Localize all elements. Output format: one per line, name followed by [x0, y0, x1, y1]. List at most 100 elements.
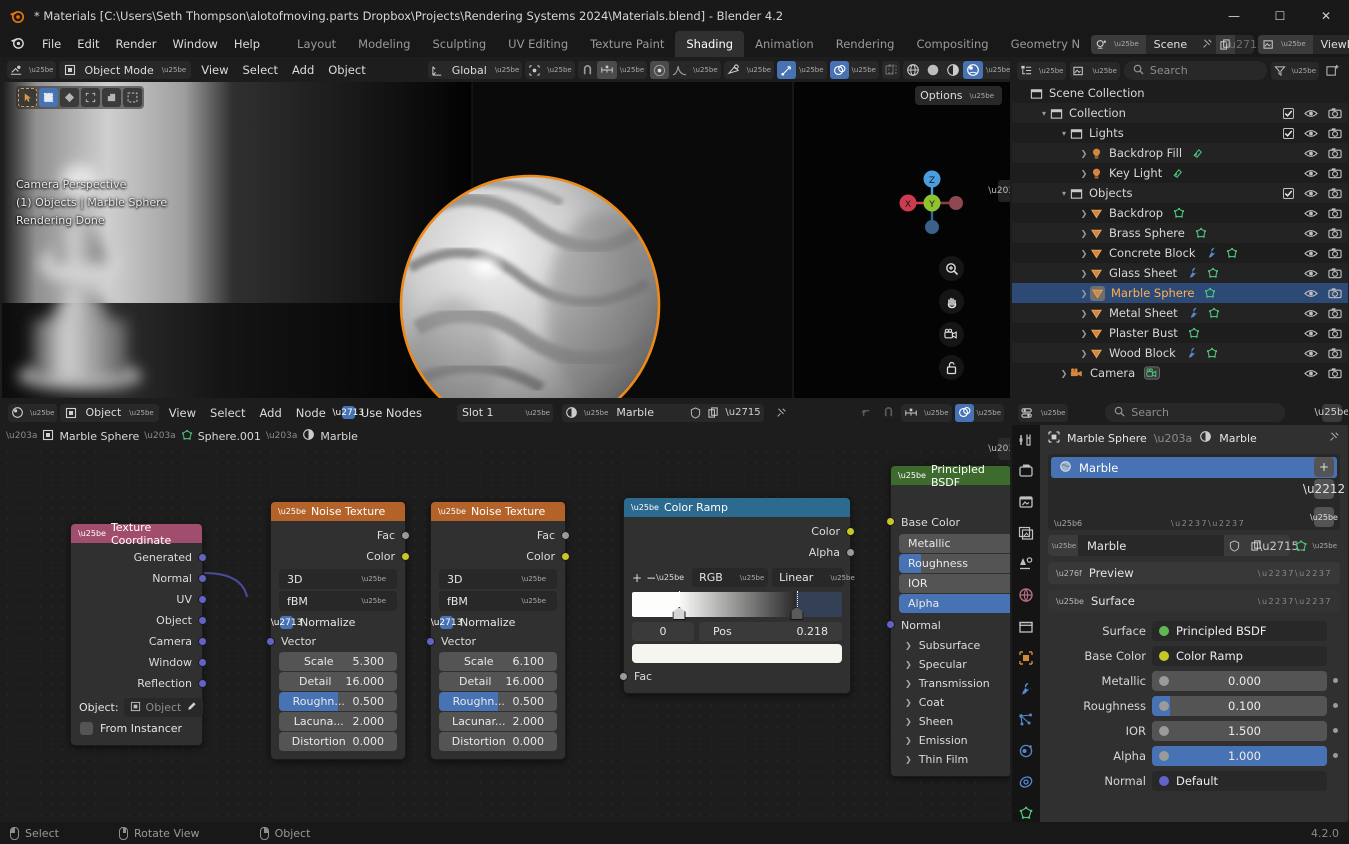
workspace-tab-rendering[interactable]: Rendering [825, 31, 906, 57]
menu-edit[interactable]: Edit [69, 34, 107, 54]
solid-shading-icon[interactable] [923, 61, 943, 79]
select-lasso-tool-icon[interactable] [81, 88, 100, 107]
outliner-row-scene-collection[interactable]: Scene Collection [1012, 83, 1348, 103]
breadcrumb-mesh-name[interactable]: Sphere.001 [198, 430, 261, 443]
pivot-point-selector[interactable]: \u25be [525, 61, 575, 79]
chevron-right-icon[interactable]: ❯ [1078, 349, 1090, 358]
socket-color-out[interactable] [561, 552, 570, 561]
bsdf-section-sheen[interactable]: ❯ Sheen [891, 712, 1010, 731]
surface-collapse-chevron-down-icon[interactable]: \u25be [1056, 597, 1084, 606]
bsdf-section-coat[interactable]: ❯ Coat [891, 693, 1010, 712]
node-principled-bsdf[interactable]: \u25be Principled BSDF Base Color Metalli… [886, 463, 1010, 777]
mesh-data-icon[interactable] [1187, 326, 1201, 340]
blender-menu-icon[interactable] [10, 35, 25, 53]
hide-in-viewport-eye-icon[interactable] [1304, 248, 1318, 259]
mesh-data-icon[interactable] [1194, 226, 1208, 240]
outliner-row-collection[interactable]: ▾ Collection [1012, 103, 1348, 123]
section-expand-chevron-right-icon[interactable]: ❯ [905, 698, 912, 707]
ramp-index-field[interactable]: 0 [632, 622, 694, 641]
outliner-row-brass-sphere[interactable]: ❯ Brass Sphere [1012, 223, 1348, 243]
unlink-material-close-icon[interactable]: \u2715 [1258, 535, 1299, 556]
pivot-point-icon[interactable] [525, 61, 544, 79]
display-mode-chevron-down-icon[interactable]: \u25be [1089, 67, 1119, 75]
modifier-icon[interactable] [1186, 266, 1200, 280]
ramp-selected-color-swatch[interactable] [632, 644, 842, 663]
node-color-ramp[interactable]: \u25be Color Ramp Color Alpha + − \u25be… [619, 497, 855, 694]
shader-node-editor[interactable]: \u25be Object \u25be View Select Add Node \… [2, 400, 1010, 822]
socket-reflection-out[interactable] [198, 679, 207, 688]
disable-in-render-camera-icon[interactable] [1328, 227, 1342, 239]
output-fac[interactable]: Fac [431, 525, 570, 546]
slot-chevron-down-icon[interactable]: \u25be [523, 409, 553, 417]
output-window[interactable]: Window [71, 652, 207, 673]
modifier-icon[interactable] [1187, 306, 1201, 320]
slot-selector[interactable]: Slot 1 \u25be [456, 403, 553, 422]
outliner-row-backdrop[interactable]: ❯ Backdrop [1012, 203, 1348, 223]
section-expand-chevron-right-icon[interactable]: ❯ [905, 736, 912, 745]
gizmo-group[interactable]: \u25be [777, 61, 827, 79]
viewport-menu-view[interactable]: View [194, 61, 235, 79]
breadcrumb-material-name[interactable]: Marble [320, 430, 358, 443]
falloff-curve-icon[interactable] [669, 61, 690, 79]
camera-view-icon[interactable] [939, 322, 964, 347]
material-datablock-field[interactable]: \u25be Marble \u2715 [1048, 535, 1299, 556]
hide-in-viewport-eye-icon[interactable] [1304, 268, 1318, 279]
tab-view-layer[interactable] [1015, 524, 1037, 542]
node-overlay-chevron-down-icon[interactable]: \u25be [974, 409, 1004, 417]
node-sidebar-toggle[interactable]: \u2039 [988, 438, 1010, 460]
breadcrumb-object-name[interactable]: Marble Sphere [59, 430, 139, 443]
viewport-options-button[interactable]: Options \u25be [915, 86, 1002, 105]
material-datablock-selector[interactable]: \u25be Marble \u2715 [561, 403, 764, 422]
outliner-row-key-light[interactable]: ❯ Key Light [1012, 163, 1348, 183]
ortho-perspective-lock-icon[interactable] [939, 355, 964, 380]
tab-modifiers[interactable] [1015, 680, 1037, 698]
outliner-tree[interactable]: Scene Collection ▾ Collection ▾ Lights ❯ Backd… [1012, 83, 1348, 383]
outliner-row-concrete-block[interactable]: ❯ Concrete Block [1012, 243, 1348, 263]
socket-object-out[interactable] [198, 616, 207, 625]
list-expand-arrow-icon[interactable]: \u25b6 [1054, 519, 1082, 528]
section-expand-chevron-right-icon[interactable]: ❯ [905, 717, 912, 726]
socket-uv-out[interactable] [198, 595, 207, 604]
properties-breadcrumb-object[interactable]: Marble Sphere [1067, 432, 1147, 445]
disable-in-render-camera-icon[interactable] [1328, 247, 1342, 259]
prop-lacunar[interactable]: Lacunar... 2.000 [439, 712, 557, 731]
viewport-menu-object[interactable]: Object [321, 61, 372, 79]
outliner-filter-group[interactable]: \u25be [1270, 61, 1319, 80]
move-tool-icon[interactable] [123, 88, 142, 107]
pan-hand-icon[interactable] [939, 289, 964, 314]
mesh-data-icon[interactable] [1207, 306, 1221, 320]
outliner-type-chevron-down-icon[interactable]: \u25be [1036, 67, 1066, 75]
unlink-material-close-icon[interactable]: \u2715 [722, 404, 763, 422]
chevron-right-icon[interactable]: ❯ [1078, 249, 1090, 258]
wireframe-shading-icon[interactable] [903, 61, 923, 79]
disable-in-render-camera-icon[interactable] [1328, 327, 1342, 339]
dimension-chevron-down-icon[interactable]: \u25be [519, 575, 549, 583]
snap-magnet-icon[interactable] [578, 61, 597, 79]
fake-user-shield-icon[interactable] [686, 404, 704, 422]
hide-in-viewport-eye-icon[interactable] [1304, 308, 1318, 319]
prop-roughn[interactable]: Roughn... 0.500 [439, 692, 557, 711]
from-instancer-checkbox[interactable] [80, 722, 93, 735]
chevron-right-icon[interactable]: ❯ [1078, 229, 1090, 238]
chevron-right-icon[interactable]: ❯ [1078, 309, 1090, 318]
animate-property-dot[interactable] [1333, 728, 1338, 733]
node-texture-coordinate[interactable]: \u25be Texture Coordinate Generated Norma… [70, 521, 207, 746]
hide-in-viewport-eye-icon[interactable] [1304, 228, 1318, 239]
filter-chevron-down-icon[interactable]: \u25be [1289, 67, 1319, 75]
normalize-row-2[interactable]: \u2713 Normalize [431, 613, 565, 632]
bsdf-section-transmission[interactable]: ❯ Transmission [891, 674, 1010, 693]
disable-in-render-camera-icon[interactable] [1328, 287, 1342, 299]
from-instancer-row[interactable]: From Instancer [71, 719, 202, 738]
shading-modes-group[interactable]: \u25be [902, 61, 1010, 79]
list-resize-grip[interactable]: \u2237\u2237 [1171, 519, 1245, 528]
bsdf-input-metallic[interactable]: Metallic [899, 534, 1010, 553]
viewport-menu-add[interactable]: Add [285, 61, 321, 79]
properties-search-input[interactable]: Search [1105, 403, 1286, 422]
enable-checkbox[interactable] [1283, 127, 1294, 139]
tab-collection[interactable] [1015, 617, 1037, 635]
disable-in-render-camera-icon[interactable] [1328, 167, 1342, 179]
properties-type-chevron-down-icon[interactable]: \u25be [1038, 409, 1068, 417]
parent-node-tree-icon[interactable] [857, 404, 876, 422]
animate-property-dot[interactable] [1333, 703, 1338, 708]
chevron-right-icon[interactable]: ❯ [1078, 169, 1090, 178]
